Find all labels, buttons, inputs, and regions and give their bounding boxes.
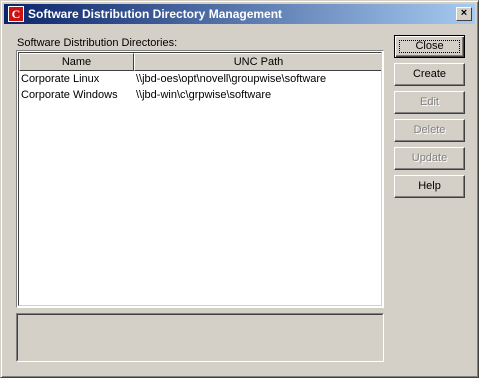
directories-label: Software Distribution Directories: [17,37,178,49]
focus-rect [399,40,460,53]
delete-button[interactable]: Delete [394,119,465,142]
list-header: Name UNC Path [19,53,381,71]
edit-button[interactable]: Edit [394,91,465,114]
list-row[interactable]: Corporate Linux \\jbd-oes\opt\novell\gro… [19,71,381,87]
close-window-button[interactable]: × [456,7,472,21]
help-button[interactable]: Help [394,175,465,198]
row-path: \\jbd-oes\opt\novell\groupwise\software [136,73,327,85]
column-header-unc-path[interactable]: UNC Path [134,53,381,71]
description-box [16,313,384,362]
column-header-name[interactable]: Name [19,53,134,71]
update-button[interactable]: Update [394,147,465,170]
create-button[interactable]: Create [394,63,465,86]
directory-list[interactable]: Name UNC Path Corporate Linux \\jbd-oes\… [16,50,384,308]
list-row[interactable]: Corporate Windows \\jbd-win\c\grpwise\so… [19,87,381,103]
app-logo-icon: C [8,6,24,22]
row-name: Corporate Linux [21,73,100,85]
row-path: \\jbd-win\c\grpwise\software [136,89,272,101]
window-title: Software Distribution Directory Manageme… [28,7,283,21]
title-bar[interactable]: C Software Distribution Directory Manage… [4,4,475,24]
row-name: Corporate Windows [21,89,118,101]
dialog-window: C Software Distribution Directory Manage… [0,0,479,378]
close-button[interactable]: Close [394,35,465,58]
